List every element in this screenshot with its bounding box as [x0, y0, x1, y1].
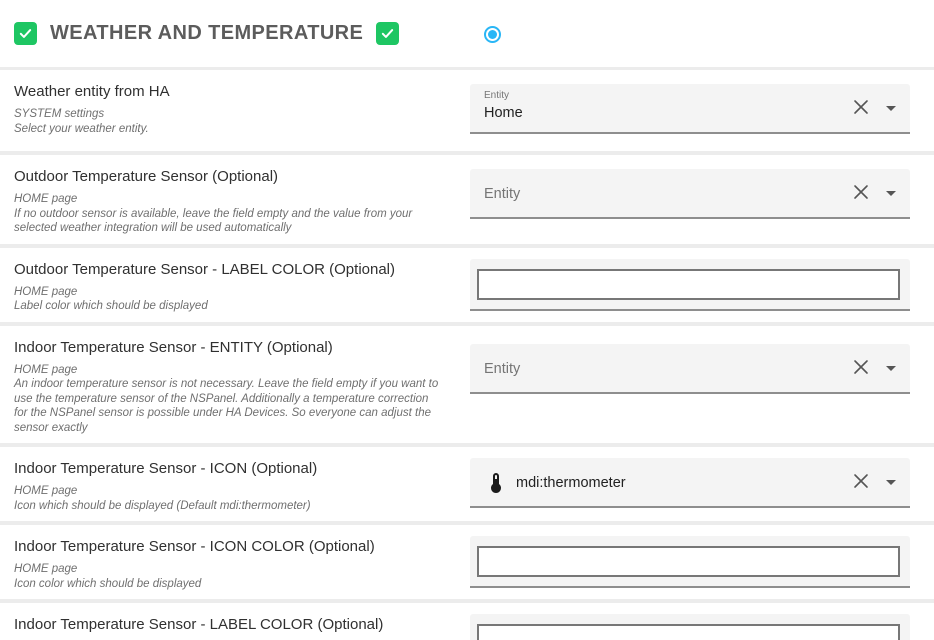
setting-subtitle: HOME page: [14, 285, 442, 300]
select-surface[interactable]: [470, 344, 910, 394]
input-surface: [470, 614, 910, 640]
setting-description: An indoor temperature sensor is not nece…: [14, 377, 442, 435]
indoor-icon-color-field: [470, 536, 910, 588]
clear-icon[interactable]: [852, 472, 870, 490]
setting-text: Indoor Temperature Sensor - LABEL COLOR …: [0, 603, 470, 640]
setting-text: Weather entity from HA SYSTEM settings S…: [0, 70, 470, 151]
check-icon: [380, 26, 395, 41]
clear-icon[interactable]: [852, 183, 870, 201]
input-surface: [470, 536, 910, 588]
outdoor-temp-entity-select[interactable]: Entity: [470, 169, 910, 219]
setting-row: Weather entity from HA SYSTEM settings S…: [0, 70, 934, 151]
setting-subtitle: HOME page: [14, 484, 442, 499]
section-header: WEATHER AND TEMPERATURE: [0, 0, 934, 67]
setting-text: Outdoor Temperature Sensor (Optional) HO…: [0, 155, 470, 244]
select-surface[interactable]: [470, 84, 910, 134]
setting-row: Indoor Temperature Sensor - ICON (Option…: [0, 447, 934, 521]
setting-text: Indoor Temperature Sensor - ENTITY (Opti…: [0, 326, 470, 444]
config-page: WEATHER AND TEMPERATURE Weather entity f…: [0, 0, 934, 640]
indoor-icon-select[interactable]: mdi:thermometer: [470, 458, 910, 508]
select-placeholder: Entity: [484, 186, 520, 202]
check-icon: [18, 26, 33, 41]
setting-text: Indoor Temperature Sensor - ICON COLOR (…: [0, 525, 470, 599]
thermometer-icon: [484, 471, 508, 495]
input-surface: [470, 259, 910, 311]
setting-title: Outdoor Temperature Sensor - LABEL COLOR…: [14, 261, 442, 278]
setting-title: Indoor Temperature Sensor - ICON (Option…: [14, 460, 442, 477]
clear-icon[interactable]: [852, 358, 870, 376]
indoor-label-color-input[interactable]: [477, 624, 900, 640]
chevron-down-icon[interactable]: [886, 366, 896, 371]
setting-text: Indoor Temperature Sensor - ICON (Option…: [0, 447, 470, 521]
setting-row: Indoor Temperature Sensor - LABEL COLOR …: [0, 603, 934, 640]
setting-row: Indoor Temperature Sensor - ENTITY (Opti…: [0, 326, 934, 444]
setting-description: Icon color which should be displayed: [14, 577, 442, 592]
setting-title: Indoor Temperature Sensor - LABEL COLOR …: [14, 616, 442, 633]
section-title: WEATHER AND TEMPERATURE: [50, 22, 363, 45]
setting-row: Outdoor Temperature Sensor - LABEL COLOR…: [0, 248, 934, 322]
indoor-icon-color-input[interactable]: [477, 546, 900, 577]
indoor-temp-entity-select[interactable]: Entity: [470, 344, 910, 394]
setting-title: Outdoor Temperature Sensor (Optional): [14, 168, 442, 185]
setting-description: Select your weather entity.: [14, 122, 442, 137]
section-enabled-checkbox-left[interactable]: [14, 22, 37, 45]
clear-icon[interactable]: [852, 98, 870, 116]
setting-title: Indoor Temperature Sensor - ENTITY (Opti…: [14, 339, 442, 356]
select-placeholder: Entity: [484, 361, 520, 377]
radio-dot: [488, 30, 497, 39]
setting-text: Outdoor Temperature Sensor - LABEL COLOR…: [0, 248, 470, 322]
section-radio-button[interactable]: [484, 26, 501, 43]
outdoor-label-color-input[interactable]: [477, 269, 900, 300]
chevron-down-icon[interactable]: [886, 480, 896, 485]
setting-description: Icon which should be displayed (Default …: [14, 499, 442, 514]
chevron-down-icon[interactable]: [886, 191, 896, 196]
setting-description: If no outdoor sensor is available, leave…: [14, 207, 442, 236]
setting-description: Label color which should be displayed: [14, 299, 442, 314]
weather-entity-select[interactable]: Entity Home: [470, 84, 910, 134]
setting-subtitle: HOME page: [14, 363, 442, 378]
select-surface[interactable]: [470, 169, 910, 219]
section-enabled-checkbox-right[interactable]: [376, 22, 399, 45]
setting-subtitle: SYSTEM settings: [14, 107, 442, 122]
select-value: mdi:thermometer: [516, 475, 626, 491]
outdoor-label-color-field: [470, 259, 910, 311]
select-floating-label: Entity: [484, 90, 509, 101]
setting-subtitle: HOME page: [14, 562, 442, 577]
indoor-label-color-field: [470, 614, 910, 640]
chevron-down-icon[interactable]: [886, 106, 896, 111]
setting-title: Weather entity from HA: [14, 83, 442, 100]
setting-title: Indoor Temperature Sensor - ICON COLOR (…: [14, 538, 442, 555]
setting-subtitle: HOME page: [14, 192, 442, 207]
select-value: Home: [484, 105, 523, 121]
setting-row: Indoor Temperature Sensor - ICON COLOR (…: [0, 525, 934, 599]
setting-row: Outdoor Temperature Sensor (Optional) HO…: [0, 155, 934, 244]
